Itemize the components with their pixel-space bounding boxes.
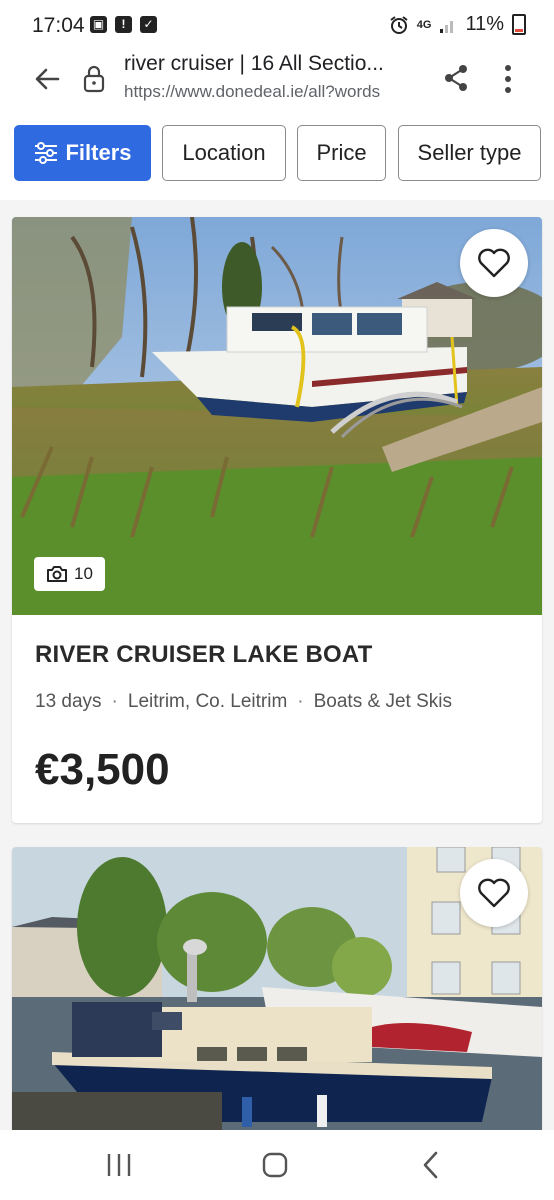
photo-count: 10 (74, 564, 93, 583)
alert-notification-icon: ! (115, 16, 132, 33)
listing-card[interactable]: 10 RIVER CRUISER LAKE BOAT 13 days · Leitr… (12, 217, 542, 823)
battery-percent: 11% (465, 13, 504, 35)
status-right: 4G 11% (389, 13, 526, 36)
chevron-left-icon[interactable] (420, 1150, 442, 1180)
location-filter-button[interactable]: Location (162, 125, 286, 181)
signal-icon (440, 20, 454, 33)
filter-bar: Filters Location Price Seller type (0, 108, 554, 201)
network-type: 4G (416, 18, 432, 31)
price-label: Price (316, 140, 367, 165)
seller-type-label: Seller type (417, 140, 522, 165)
listing-age: 13 days (35, 691, 102, 712)
filters-label: Filters (65, 140, 132, 165)
camera-icon (47, 566, 67, 582)
filters-button[interactable]: Filters (14, 125, 151, 181)
listing-feed[interactable]: 10 RIVER CRUISER LAKE BOAT 13 days · Leitr… (0, 200, 554, 1130)
listing-location: Leitrim, Co. Leitrim (127, 691, 288, 712)
lock-icon[interactable] (82, 64, 106, 94)
alarm-icon (390, 15, 408, 34)
separator-dot: · (297, 691, 304, 712)
more-vert-icon[interactable] (494, 62, 522, 96)
arrow-left-icon[interactable] (30, 62, 64, 96)
share-icon[interactable] (440, 62, 472, 94)
home-icon[interactable] (262, 1152, 288, 1178)
favorite-button[interactable] (460, 859, 528, 927)
separator-dot: · (111, 691, 118, 712)
listing-meta: 13 days · Leitrim, Co. Leitrim · Boats & Jet… (35, 691, 452, 713)
page-title[interactable]: river cruiser | 16 All Sectio... (124, 52, 424, 76)
listing-price: €3,500 (35, 745, 170, 794)
notification-icons: ▣ ! ✓ (90, 16, 157, 33)
listing-category: Boats & Jet Skis (313, 691, 452, 712)
listing-title[interactable]: RIVER CRUISER LAKE BOAT (35, 641, 373, 669)
system-nav-bar (0, 1130, 554, 1200)
price-filter-button[interactable]: Price (297, 125, 386, 181)
photo-count-badge[interactable]: 10 (34, 557, 105, 591)
sliders-icon (35, 142, 58, 164)
seller-type-filter-button[interactable]: Seller type (398, 125, 541, 181)
heart-outline-icon (478, 248, 510, 278)
battery-icon (512, 14, 526, 35)
gallery-notification-icon: ▣ (90, 16, 107, 33)
recents-icon[interactable] (104, 1152, 134, 1178)
check-notification-icon: ✓ (140, 16, 157, 33)
browser-url-bar: river cruiser | 16 All Sectio... https:/… (0, 50, 554, 109)
heart-outline-icon (478, 878, 510, 908)
status-bar: 17:04 ▣ ! ✓ 4G 11% (0, 0, 554, 50)
url-text[interactable]: https://www.donedeal.ie/all?words (124, 82, 424, 102)
location-label: Location (182, 140, 266, 165)
favorite-button[interactable] (460, 229, 528, 297)
status-time: 17:04 (32, 14, 85, 37)
listing-card[interactable] (12, 847, 542, 1130)
